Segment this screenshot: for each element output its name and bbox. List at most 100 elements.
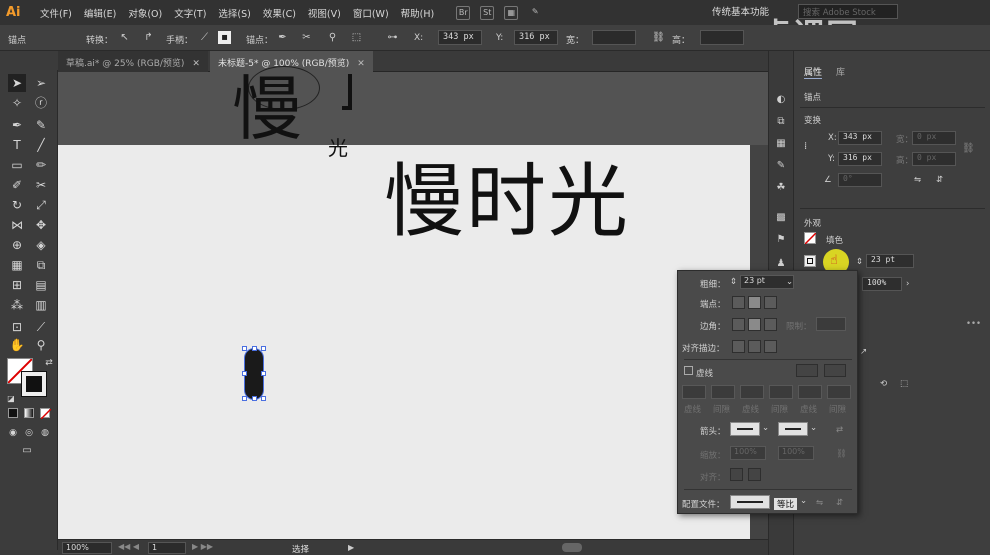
align-inside-button[interactable] [748,340,761,353]
menu-file[interactable]: 文件(F) [40,6,72,20]
isolate-icon[interactable]: ⬚ [350,31,363,44]
color-guide-icon[interactable]: ⧉ [774,115,788,129]
height-field[interactable] [700,30,744,45]
rotate-tool-icon[interactable]: ↻ [8,196,26,214]
opacity-field[interactable]: 100% [862,277,902,291]
lasso-tool-icon[interactable]: ⓡ [32,94,50,112]
magic-wand-tool-icon[interactable]: ✧ [8,94,26,112]
gap-field-2[interactable] [769,385,793,399]
close-icon[interactable]: ✕ [357,59,365,69]
perspective-selection-tool-icon[interactable]: ⧉ [32,256,50,274]
cut-path-icon[interactable]: ⚲ [326,31,339,44]
draw-inside-icon[interactable]: ◍ [36,424,54,442]
reference-point-icon[interactable]: ⁞ [804,141,807,152]
gpu-performance-icon[interactable]: ✎ [528,6,542,20]
flip-horizontal-icon[interactable]: ⇋ [914,175,921,185]
perspective-grid-tool-icon[interactable]: ▦ [8,256,26,274]
column-graph-tool-icon[interactable]: ▥ [32,296,50,314]
symbol-sprayer-tool-icon[interactable]: ⁂ [8,296,26,314]
appearance-icon[interactable]: ⚑ [774,233,788,247]
y-field[interactable]: 316 px [838,152,882,166]
puppet-icon[interactable]: ♟ [774,257,788,271]
status-menu-icon[interactable]: ▶ [348,543,354,552]
shape-builder-tool-icon[interactable]: ⊕ [8,236,26,254]
horizontal-scroll-thumb[interactable] [562,543,582,552]
tab-library[interactable]: 库 [836,65,845,78]
selection-tool-icon[interactable]: ➤ [8,74,26,92]
align-center-button[interactable] [732,340,745,353]
selection-handle[interactable] [261,396,266,401]
curve-icon[interactable]: ↗ [860,347,867,357]
zoom-field[interactable]: 100% [62,542,112,554]
start-scale-field[interactable]: 100% [730,446,766,460]
chevron-down-icon[interactable]: ⌄ [810,423,817,433]
default-colors-icon[interactable]: ◪ [2,390,20,408]
align-dash-button[interactable] [824,364,846,377]
bridge-icon[interactable]: Br [456,5,471,20]
flip-profile-vertical-icon[interactable]: ⇵ [836,498,843,508]
swatches-icon[interactable]: ▦ [774,137,788,151]
convert-smooth-icon[interactable]: ↱ [142,31,155,44]
stock-icon[interactable]: St [480,5,495,20]
hand-tool-icon[interactable]: ✋ [8,336,26,354]
dashed-line-checkbox[interactable] [684,366,693,375]
recolor-icon[interactable]: ⟲ [880,379,887,389]
stroke-stepper-icon[interactable]: ⇕ [856,257,863,267]
gap-field-1[interactable] [711,385,735,399]
color-panel-icon[interactable]: ◐ [774,93,788,107]
eyedropper-tool-icon[interactable]: ⟋ [32,318,50,336]
start-arrowhead-select[interactable] [730,422,760,436]
width-field[interactable]: 0 px [912,131,956,145]
gap-field-3[interactable] [827,385,851,399]
arrow-place-button[interactable] [748,468,761,481]
menu-window[interactable]: 窗口(W) [353,6,389,20]
tab-document-draft[interactable]: 草稿.ai* @ 25% (RGB/预览) ✕ [58,51,208,72]
menu-help[interactable]: 帮助(H) [401,6,435,20]
stroke-mark-path[interactable] [342,74,352,110]
arrow-extend-button[interactable] [730,468,743,481]
mesh-tool-icon[interactable]: ⊞ [8,276,26,294]
end-scale-field[interactable]: 100% [778,446,814,460]
end-arrowhead-select[interactable] [778,422,808,436]
selection-handle[interactable] [242,396,247,401]
link-icon[interactable]: ⛓ [652,31,665,44]
overflow-small-character[interactable]: 光 [328,132,348,161]
opacity-expand-icon[interactable]: › [906,279,909,289]
swap-colors-icon[interactable]: ⇄ [40,354,58,372]
artboard-title-text[interactable]: 慢时光 [384,162,630,242]
selected-capsule-path[interactable] [242,346,266,401]
flip-profile-horizontal-icon[interactable]: ⇋ [816,498,823,508]
overflow-big-character[interactable]: 慢 [232,74,302,144]
connect-anchor-icon[interactable]: ✂ [300,31,313,44]
artboard-number-field[interactable]: 1 [148,542,186,554]
screen-mode-icon[interactable]: ▭ [18,442,36,460]
selection-handle[interactable] [261,346,266,351]
chevron-down-icon[interactable]: ⌄ [800,496,807,506]
selection-handle[interactable] [252,346,257,351]
angle-field[interactable]: 0° [838,173,882,187]
menu-effect[interactable]: 效果(C) [263,6,296,20]
prev-artboard-icon[interactable]: ◀◀ ◀ [118,542,139,551]
dash-field-1[interactable] [682,385,706,399]
close-icon[interactable]: ✕ [192,59,200,69]
arrange-documents-icon[interactable]: ▦ [504,5,519,20]
gradient-mode-icon[interactable] [24,408,34,418]
curvature-tool-icon[interactable]: ✎ [32,116,50,134]
pen-tool-icon[interactable]: ✒ [8,116,26,134]
convert-corner-icon[interactable]: ↖ [118,31,131,44]
live-paint-tool-icon[interactable]: ◈ [32,236,50,254]
paintbrush-tool-icon[interactable]: ✏ [32,156,50,174]
x-field[interactable]: 343 px [838,131,882,145]
preserve-dash-button[interactable] [796,364,818,377]
graphic-styles-icon[interactable]: ▩ [774,211,788,225]
remove-anchor-icon[interactable]: ✒ [276,31,289,44]
brushes-icon[interactable]: ✎ [774,159,788,173]
align-outside-button[interactable] [764,340,777,353]
fill-none-swatch[interactable] [804,232,817,245]
constrain-proportions-icon[interactable]: ⛓ [962,143,975,154]
flip-vertical-icon[interactable]: ⇵ [936,175,943,185]
artboard-tool-icon[interactable]: ⊡ [8,318,26,336]
x-field[interactable]: 343 px [438,30,482,45]
butt-cap-button[interactable] [732,296,745,309]
menu-view[interactable]: 视图(V) [308,6,341,20]
